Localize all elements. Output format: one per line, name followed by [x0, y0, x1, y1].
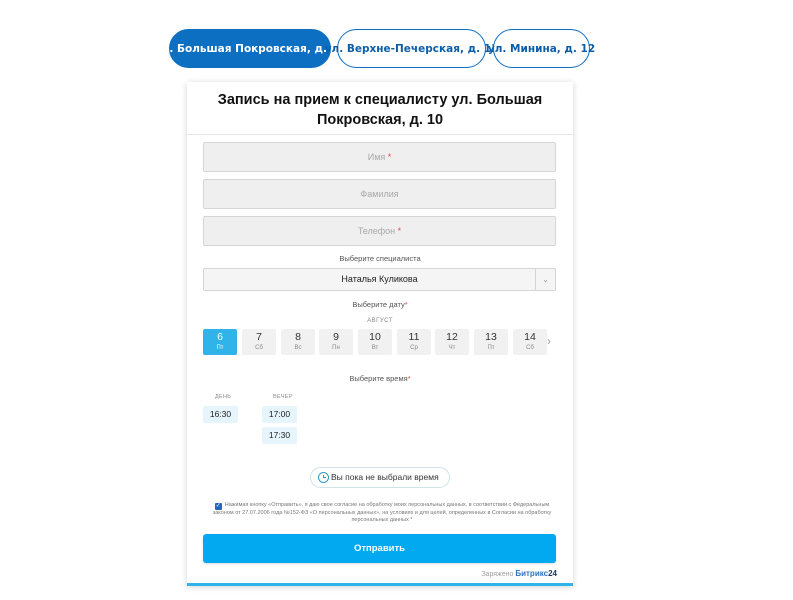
powered-by[interactable]: Заряжено Битрикс24: [481, 569, 557, 578]
day-cell[interactable]: 6 Пт: [203, 329, 237, 355]
time-label-text: Выберите время: [349, 374, 408, 383]
weekday: Чт: [448, 345, 456, 351]
tab-minina[interactable]: ул. Минина, д. 12: [488, 29, 595, 68]
chevron-right-icon[interactable]: ›: [547, 334, 551, 348]
weekday: Вс: [294, 345, 302, 351]
day-cell[interactable]: 7 Сб: [242, 329, 276, 355]
day-cell[interactable]: 9 Пн: [319, 329, 353, 355]
day-number: 12: [446, 331, 458, 343]
phone-placeholder: Телефон: [357, 226, 396, 236]
required-mark: *: [404, 300, 408, 309]
surname-field[interactable]: Фамилия: [203, 179, 556, 209]
bitrix24-logo: Битрикс24: [515, 569, 557, 578]
powered-text: Заряжено: [481, 571, 514, 578]
tab-verkhne-pecherskaya[interactable]: ул. Верхне-Печерская, д. 11: [325, 29, 498, 68]
day-number: 11: [408, 331, 420, 343]
phone-field[interactable]: Телефон *: [203, 216, 556, 246]
time-slot[interactable]: 17:30: [262, 427, 297, 444]
weekday: Сб: [526, 345, 534, 351]
title-divider: [187, 134, 573, 135]
location-tabs: ул. Большая Покровская, д. 10 ул. Верхне…: [0, 29, 793, 69]
weekday: Пт: [216, 345, 224, 351]
selected-time-indicator[interactable]: Вы пока не выбрали время: [310, 467, 450, 488]
submit-button[interactable]: Отправить: [203, 534, 556, 563]
day-cell[interactable]: 12 Чт: [435, 329, 469, 355]
required-mark: *: [410, 517, 413, 523]
date-picker: 6 Пт 7 Сб 8 Вс 9 Пн 10 Вт 11 Ср 12 Чт 13 Пт 14 Сб: [203, 329, 573, 355]
brand-number: 24: [548, 569, 557, 578]
weekday: Пт: [487, 345, 495, 351]
specialist-label: Выберите специалиста: [339, 254, 421, 263]
weekday: Ср: [410, 345, 418, 351]
day-cell[interactable]: 11 Ср: [397, 329, 431, 355]
day-cell[interactable]: 10 Вт: [358, 329, 392, 355]
day-number: 9: [333, 331, 339, 343]
required-mark: *: [387, 152, 392, 162]
form-title: Запись на прием к специалисту ул. Больша…: [217, 92, 543, 128]
consent-checkbox[interactable]: ✓: [214, 503, 222, 510]
specialist-select[interactable]: Наталья Куликова ⌄: [203, 268, 556, 291]
day-cell[interactable]: 13 Пт: [474, 329, 508, 355]
day-number: 7: [256, 331, 262, 343]
required-mark: *: [397, 226, 402, 236]
weekday: Пн: [332, 345, 340, 351]
day-number: 13: [485, 331, 497, 343]
booking-form: Запись на прием к специалисту ул. Больша…: [187, 82, 573, 586]
date-label: Выберите дату*: [187, 300, 573, 309]
tab-bolshaya-pokrovskaya[interactable]: ул. Большая Покровская, д. 10: [155, 29, 345, 68]
required-mark: *: [407, 374, 411, 383]
consent-block: ✓ Нажимая кнопку «Отправить», я даю свое …: [207, 502, 557, 524]
no-time-text: Вы пока не выбрали время: [331, 472, 439, 482]
day-cell[interactable]: 14 Сб: [513, 329, 547, 355]
consent-text: Нажимая кнопку «Отправить», я даю свое с…: [212, 502, 552, 523]
day-cell[interactable]: 8 Вс: [281, 329, 315, 355]
day-number: 8: [295, 331, 301, 343]
weekday: Вт: [371, 345, 379, 351]
day-number: 14: [524, 331, 536, 343]
weekday: Сб: [255, 345, 263, 351]
day-number: 6: [217, 331, 223, 343]
name-placeholder: Имя: [367, 152, 386, 162]
chevron-down-icon: ⌄: [535, 269, 555, 290]
surname-placeholder: Фамилия: [360, 189, 399, 199]
date-label-text: Выберите дату: [352, 300, 405, 309]
day-number: 10: [369, 331, 381, 343]
month-label: АВГУСТ: [367, 318, 393, 324]
clock-icon: [318, 472, 329, 483]
evening-slots-header: ВЕЧЕР: [273, 394, 293, 400]
name-field[interactable]: Имя *: [203, 142, 556, 172]
time-slot[interactable]: 16:30: [203, 406, 238, 423]
specialist-value: Наталья Куликова: [341, 274, 418, 284]
day-slots-header: ДЕНЬ: [215, 394, 232, 400]
brand-name: Битрикс: [515, 569, 549, 578]
time-label: Выберите время*: [187, 374, 573, 383]
time-slot[interactable]: 17:00: [262, 406, 297, 423]
